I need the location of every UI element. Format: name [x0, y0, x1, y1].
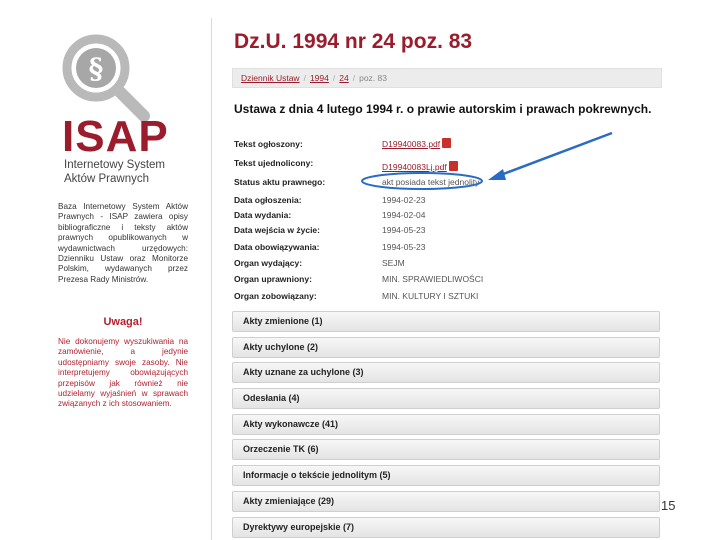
section-deemed-repealed[interactable]: Akty uznane za uchylone (3)	[232, 362, 660, 383]
meta-row-status: Status aktu prawnego: akt posiada tekst …	[234, 174, 664, 190]
pdf-icon[interactable]	[448, 161, 458, 171]
intro-text: Baza Internetowy System Aktów Prawnych -…	[58, 202, 188, 284]
sidebar: § ISAP Internetowy System Aktów Prawnych…	[0, 0, 212, 540]
warning-title: Uwaga!	[103, 316, 143, 328]
meta-value: 1994-02-04	[382, 210, 426, 220]
meta-value: MIN. SPRAWIEDLIWOŚCI	[382, 274, 484, 284]
logo-symbol: §	[89, 52, 104, 85]
meta-row-issue-date: Data wydania: 1994-02-04	[234, 207, 664, 223]
breadcrumb-separator: /	[332, 73, 336, 83]
meta-label: Organ wydający:	[234, 258, 303, 268]
main-content: Dz.U. 1994 nr 24 poz. 83 Dziennik Ustaw /…	[224, 0, 666, 540]
meta-label: Data obowiązywania:	[234, 242, 320, 252]
magnifier-icon: §	[62, 34, 150, 122]
page-number: 15	[661, 498, 676, 513]
logo-text: ISAP	[62, 112, 169, 161]
meta-value: MIN. KULTURY I SZTUKI	[382, 291, 479, 301]
section-repealed-acts[interactable]: Akty uchylone (2)	[232, 337, 660, 358]
published-pdf-link[interactable]: D19940083.pdf	[382, 139, 440, 149]
meta-value: 1994-05-23	[382, 225, 426, 235]
meta-label: Data wejścia w życie:	[234, 225, 320, 235]
meta-label: Tekst ogłoszony:	[234, 139, 303, 149]
breadcrumb-separator: /	[352, 73, 356, 83]
status-value: akt posiada tekst jednolity	[382, 177, 480, 187]
meta-label: Data ogłoszenia:	[234, 195, 302, 205]
meta-row-announce-date: Data ogłoszenia: 1994-02-23	[234, 192, 664, 208]
consolidated-pdf-link[interactable]: D19940083Lj.pdf	[382, 162, 447, 172]
meta-label: Organ uprawniony:	[234, 274, 312, 284]
meta-row-effective-date: Data obowiązywania: 1994-05-23	[234, 239, 664, 255]
meta-row-authorized: Organ uprawniony: MIN. SPRAWIEDLIWOŚCI	[234, 271, 664, 287]
pdf-icon[interactable]	[442, 138, 452, 148]
section-tk-ruling[interactable]: Orzeczenie TK (6)	[232, 439, 660, 460]
meta-row-issuer: Organ wydający: SEJM	[234, 255, 664, 271]
meta-label: Tekst ujednolicony:	[234, 158, 314, 168]
meta-value: D19940083Lj.pdf	[382, 159, 458, 175]
sidebar-divider	[211, 18, 212, 540]
section-consolidated-info[interactable]: Informacje o tekście jednolitym (5)	[232, 465, 660, 486]
meta-row-published-text: Tekst ogłoszony: D19940083.pdf	[234, 136, 664, 152]
logo-subtitle: Internetowy System Aktów Prawnych	[64, 159, 165, 185]
section-amended-acts[interactable]: Akty zmienione (1)	[232, 311, 660, 332]
meta-row-consolidated-text: Tekst ujednolicony: D19940083Lj.pdf	[234, 155, 664, 172]
section-amending-acts[interactable]: Akty zmieniające (29)	[232, 491, 660, 512]
breadcrumb-separator: /	[303, 73, 306, 83]
meta-value: SEJM	[382, 258, 405, 268]
page-title: Dz.U. 1994 nr 24 poz. 83	[234, 30, 473, 53]
warning-text: Nie dokonujemy wyszukiwania na zamówieni…	[58, 337, 188, 409]
meta-label: Status aktu prawnego:	[234, 177, 326, 187]
meta-label: Data wydania:	[234, 210, 292, 220]
breadcrumb-year[interactable]: 1994	[310, 73, 329, 83]
breadcrumb: Dziennik Ustaw/1994/24/poz. 83	[232, 68, 662, 88]
meta-value: D19940083.pdf	[382, 136, 452, 152]
breadcrumb-position: poz. 83	[359, 73, 387, 83]
meta-label: Organ zobowiązany:	[234, 291, 317, 301]
section-references[interactable]: Odesłania (4)	[232, 388, 660, 409]
act-title: Ustawa z dnia 4 lutego 1994 r. o prawie …	[234, 102, 652, 116]
meta-row-entry-date: Data wejścia w życie: 1994-05-23	[234, 222, 664, 238]
meta-value: 1994-05-23	[382, 242, 426, 252]
section-executive-acts[interactable]: Akty wykonawcze (41)	[232, 414, 660, 435]
breadcrumb-number[interactable]: 24	[339, 73, 348, 83]
meta-row-obligated: Organ zobowiązany: MIN. KULTURY I SZTUKI	[234, 288, 664, 304]
section-eu-directives[interactable]: Dyrektywy europejskie (7)	[232, 517, 660, 538]
meta-value: 1994-02-23	[382, 195, 426, 205]
breadcrumb-journal[interactable]: Dziennik Ustaw	[241, 73, 300, 83]
